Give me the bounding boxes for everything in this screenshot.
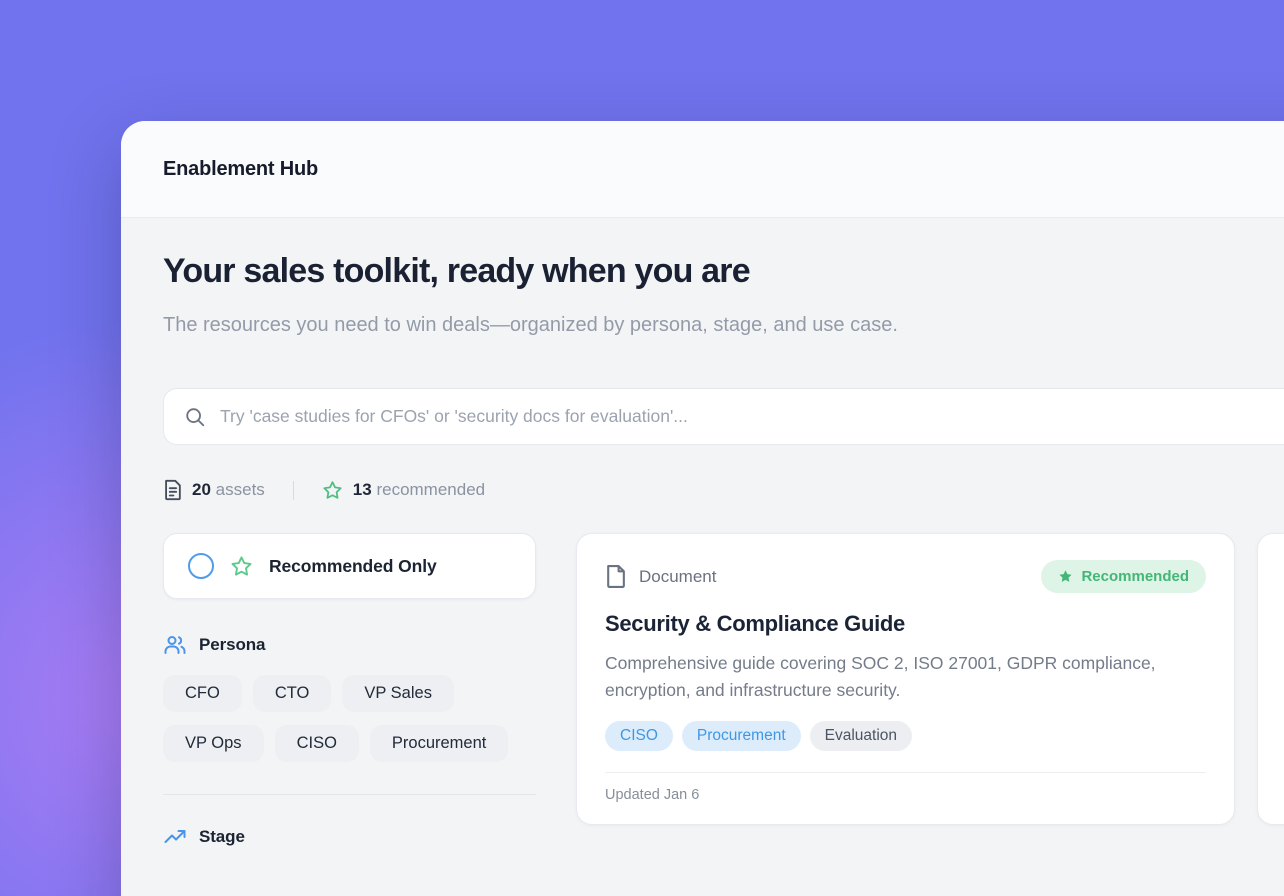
search-icon	[184, 406, 206, 428]
persona-chips: CFO CTO VP Sales VP Ops CISO Procurement	[163, 675, 536, 762]
card-footer-divider	[605, 772, 1206, 773]
asset-cards-row: Document Recommended Security & Complian…	[576, 533, 1284, 825]
persona-filter-header: Persona	[163, 633, 536, 657]
card-tags: CISO Procurement Evaluation	[605, 721, 1206, 751]
filters-sidebar: Recommended Only Persona CFO	[163, 533, 536, 849]
users-icon	[163, 633, 187, 657]
persona-chip-cto[interactable]: CTO	[253, 675, 332, 712]
star-outline-icon	[230, 555, 253, 578]
stats-row: 20 assets 13 recommended	[163, 479, 1284, 501]
assets-count-stat: 20 assets	[192, 480, 265, 500]
persona-chip-cfo[interactable]: CFO	[163, 675, 242, 712]
recommended-only-label: Recommended Only	[269, 556, 437, 577]
radio-circle-icon[interactable]	[188, 553, 214, 579]
stats-divider	[293, 481, 294, 500]
file-icon	[605, 564, 626, 589]
star-filled-icon	[1058, 569, 1073, 584]
star-outline-icon	[322, 480, 343, 501]
persona-chip-ciso[interactable]: CISO	[275, 725, 359, 762]
persona-chip-vp-ops[interactable]: VP Ops	[163, 725, 264, 762]
asset-card-partial[interactable]	[1257, 533, 1284, 825]
asset-card-security-compliance-guide[interactable]: Document Recommended Security & Complian…	[576, 533, 1235, 825]
content-row: Recommended Only Persona CFO	[163, 533, 1284, 849]
search-box[interactable]	[163, 388, 1284, 445]
recommended-badge: Recommended	[1041, 560, 1206, 593]
recommended-label: recommended	[376, 480, 485, 499]
stage-filter-header: Stage	[163, 825, 536, 849]
stage-filter-label: Stage	[199, 827, 245, 847]
tag-ciso: CISO	[605, 721, 673, 751]
tag-evaluation: Evaluation	[810, 721, 912, 751]
card-type-label: Document	[639, 567, 716, 587]
panel-header: Enablement Hub	[121, 121, 1284, 218]
card-description: Comprehensive guide covering SOC 2, ISO …	[605, 650, 1205, 704]
card-title: Security & Compliance Guide	[605, 611, 1206, 637]
card-type: Document	[605, 564, 716, 589]
recommended-badge-label: Recommended	[1081, 568, 1189, 585]
card-top: Document Recommended	[605, 560, 1206, 593]
assets-count: 20	[192, 480, 211, 499]
app-title: Enablement Hub	[163, 158, 318, 181]
search-input[interactable]	[220, 406, 1284, 427]
enablement-hub-panel: Enablement Hub Your sales toolkit, ready…	[121, 121, 1284, 896]
persona-chip-vp-sales[interactable]: VP Sales	[342, 675, 454, 712]
page-title: Your sales toolkit, ready when you are	[163, 252, 1284, 291]
panel-body: Your sales toolkit, ready when you are T…	[121, 218, 1284, 849]
persona-chip-procurement[interactable]: Procurement	[370, 725, 508, 762]
card-updated: Updated Jan 6	[605, 787, 1206, 803]
page-subtitle: The resources you need to win deals—orga…	[163, 307, 993, 344]
trending-up-icon	[163, 825, 187, 849]
recommended-count-stat: 13 recommended	[353, 480, 485, 500]
tag-procurement: Procurement	[682, 721, 801, 751]
persona-filter-label: Persona	[199, 635, 265, 655]
sidebar-divider	[163, 794, 536, 795]
recommended-only-toggle[interactable]: Recommended Only	[163, 533, 536, 599]
recommended-count: 13	[353, 480, 372, 499]
file-icon	[163, 479, 182, 501]
assets-label: assets	[216, 480, 265, 499]
